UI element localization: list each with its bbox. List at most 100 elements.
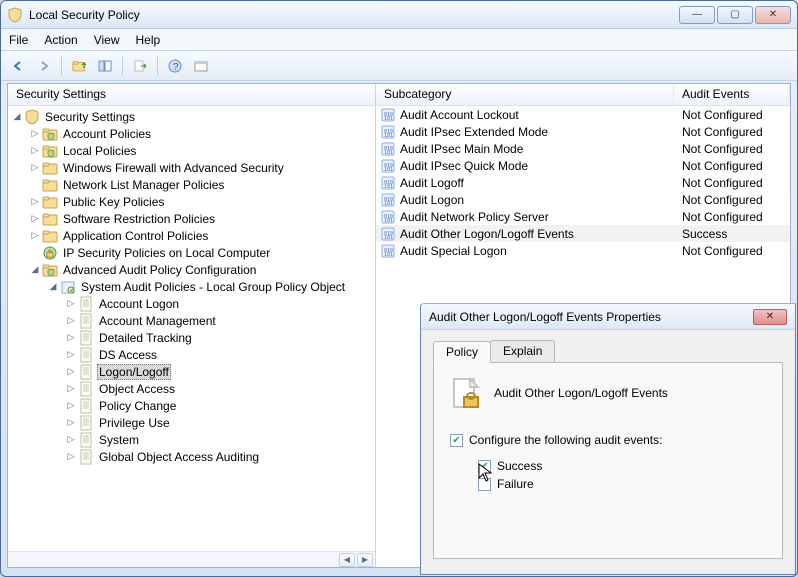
expand-icon[interactable]: ▷ <box>64 331 78 345</box>
minimize-button[interactable]: — <box>679 6 715 24</box>
tree-item[interactable]: ▷Global Object Access Auditing <box>64 448 373 465</box>
success-row[interactable]: ✔ Success <box>478 459 766 473</box>
tree-item[interactable]: ◢System Audit Policies - Local Group Pol… <box>46 278 373 295</box>
expand-icon[interactable]: ▷ <box>64 348 78 362</box>
tree-item-label: Detailed Tracking <box>97 331 194 345</box>
expand-icon[interactable]: ▷ <box>64 399 78 413</box>
subcategory-cell: Audit Logon <box>400 193 674 207</box>
maximize-button[interactable]: ▢ <box>717 6 753 24</box>
expand-icon[interactable]: ▷ <box>28 212 42 226</box>
subcategory-cell: Audit IPsec Main Mode <box>400 142 674 156</box>
tree-pane[interactable]: Security Settings ◢Security Settings▷Acc… <box>8 84 376 567</box>
scroll-right-button[interactable]: ▶ <box>357 553 373 567</box>
column-audit-events[interactable]: Audit Events <box>674 84 790 105</box>
tree-item-label: Account Policies <box>61 127 153 141</box>
list-item[interactable]: Audit IPsec Quick ModeNot Configured <box>376 157 790 174</box>
expand-icon[interactable]: ▷ <box>64 365 78 379</box>
tree-item[interactable]: ▷DS Access <box>64 346 373 363</box>
expand-icon[interactable]: ▷ <box>28 144 42 158</box>
expand-icon[interactable]: ▷ <box>64 450 78 464</box>
close-button[interactable]: ✕ <box>755 6 791 24</box>
list-item[interactable]: Audit Special LogonNot Configured <box>376 242 790 259</box>
list-item[interactable]: Audit LogonNot Configured <box>376 191 790 208</box>
tree-item[interactable]: ▷Software Restriction Policies <box>28 210 373 227</box>
help-button[interactable]: ? <box>164 55 186 77</box>
tree-item[interactable]: ▷Object Access <box>64 380 373 397</box>
tree-item[interactable]: ▷Application Control Policies <box>28 227 373 244</box>
app-icon <box>7 7 23 23</box>
tree-item-label: Account Management <box>97 314 218 328</box>
menu-file[interactable]: File <box>9 33 28 47</box>
tab-explain[interactable]: Explain <box>490 340 555 362</box>
ipsec-icon <box>42 245 58 261</box>
policy-icon <box>380 209 396 225</box>
list-item[interactable]: Audit IPsec Extended ModeNot Configured <box>376 123 790 140</box>
success-checkbox[interactable]: ✔ <box>478 460 491 473</box>
tree-item[interactable]: IP Security Policies on Local Computer <box>28 244 373 261</box>
tree-item[interactable]: Network List Manager Policies <box>28 176 373 193</box>
folder-shield-icon <box>42 143 58 159</box>
collapse-icon[interactable]: ◢ <box>46 280 60 294</box>
expand-icon[interactable]: ▷ <box>28 127 42 141</box>
toolbar: ? <box>1 51 797 81</box>
tree-item[interactable]: ▷ Logon/Logoff <box>64 363 373 380</box>
tree-item[interactable]: ▷System <box>64 431 373 448</box>
tree-item-label: Logon/Logoff <box>97 364 171 380</box>
collapse-icon[interactable]: ◢ <box>28 263 42 277</box>
expand-icon[interactable]: ▷ <box>64 433 78 447</box>
tree-item[interactable]: ▷ Policy Change <box>64 397 373 414</box>
titlebar[interactable]: Local Security Policy — ▢ ✕ <box>1 1 797 29</box>
menu-view[interactable]: View <box>94 33 120 47</box>
expand-icon[interactable]: ▷ <box>28 161 42 175</box>
tree-item[interactable]: ◢Security Settings <box>10 108 373 125</box>
tree-item-label: Advanced Audit Policy Configuration <box>61 263 258 277</box>
folder-icon <box>42 211 58 227</box>
tree-item-label: Public Key Policies <box>61 195 166 209</box>
list-item[interactable]: Audit IPsec Main ModeNot Configured <box>376 140 790 157</box>
expand-icon[interactable]: ▷ <box>28 195 42 209</box>
subcategory-cell: Audit Other Logon/Logoff Events <box>400 227 674 241</box>
expand-icon[interactable]: ▷ <box>28 229 42 243</box>
forward-button[interactable] <box>33 55 55 77</box>
list-item[interactable]: Audit Account LockoutNot Configured <box>376 106 790 123</box>
expand-icon[interactable]: ▷ <box>64 297 78 311</box>
failure-row[interactable]: Failure <box>478 477 766 491</box>
up-button[interactable] <box>68 55 90 77</box>
tree-item[interactable]: ▷Windows Firewall with Advanced Security <box>28 159 373 176</box>
tree-scrollbar[interactable]: ◀ ▶ <box>8 551 375 567</box>
tree-item[interactable]: ◢ Advanced Audit Policy Configuration <box>28 261 373 278</box>
expand-icon[interactable]: ▷ <box>64 416 78 430</box>
tree-item[interactable]: ▷Privilege Use <box>64 414 373 431</box>
tree-item[interactable]: ▷ Detailed Tracking <box>64 329 373 346</box>
menu-action[interactable]: Action <box>44 33 77 47</box>
tree-item[interactable]: ▷ Account Policies <box>28 125 373 142</box>
tab-policy[interactable]: Policy <box>433 341 491 363</box>
list-item[interactable]: Audit LogoffNot Configured <box>376 174 790 191</box>
expand-icon[interactable]: ▷ <box>64 382 78 396</box>
tree-header[interactable]: Security Settings <box>8 84 375 106</box>
dialog-titlebar[interactable]: Audit Other Logon/Logoff Events Properti… <box>421 304 795 330</box>
configure-checkbox[interactable]: ✔ <box>450 434 463 447</box>
tree-item[interactable]: ▷Local Policies <box>28 142 373 159</box>
tree-item[interactable]: ▷ Public Key Policies <box>28 193 373 210</box>
properties-dialog[interactable]: Audit Other Logon/Logoff Events Properti… <box>420 303 796 575</box>
dialog-close-button[interactable]: ✕ <box>753 309 787 325</box>
list-item[interactable]: Audit Other Logon/Logoff EventsSuccess <box>376 225 790 242</box>
back-button[interactable] <box>7 55 29 77</box>
collapse-icon[interactable]: ◢ <box>10 110 24 124</box>
tree-item-label: Policy Change <box>97 399 178 413</box>
properties-button[interactable] <box>190 55 212 77</box>
column-subcategory[interactable]: Subcategory <box>376 84 674 105</box>
menu-help[interactable]: Help <box>136 33 161 47</box>
tree-item[interactable]: ▷Account Logon <box>64 295 373 312</box>
expand-icon[interactable]: ▷ <box>64 314 78 328</box>
export-button[interactable] <box>129 55 151 77</box>
failure-checkbox[interactable] <box>478 478 491 491</box>
audit-events-cell: Not Configured <box>674 176 790 190</box>
configure-events-row[interactable]: ✔ Configure the following audit events: <box>450 433 766 447</box>
scroll-left-button[interactable]: ◀ <box>339 553 355 567</box>
sheet-icon <box>78 296 94 312</box>
show-hide-tree-button[interactable] <box>94 55 116 77</box>
tree-item[interactable]: ▷ Account Management <box>64 312 373 329</box>
list-item[interactable]: Audit Network Policy ServerNot Configure… <box>376 208 790 225</box>
